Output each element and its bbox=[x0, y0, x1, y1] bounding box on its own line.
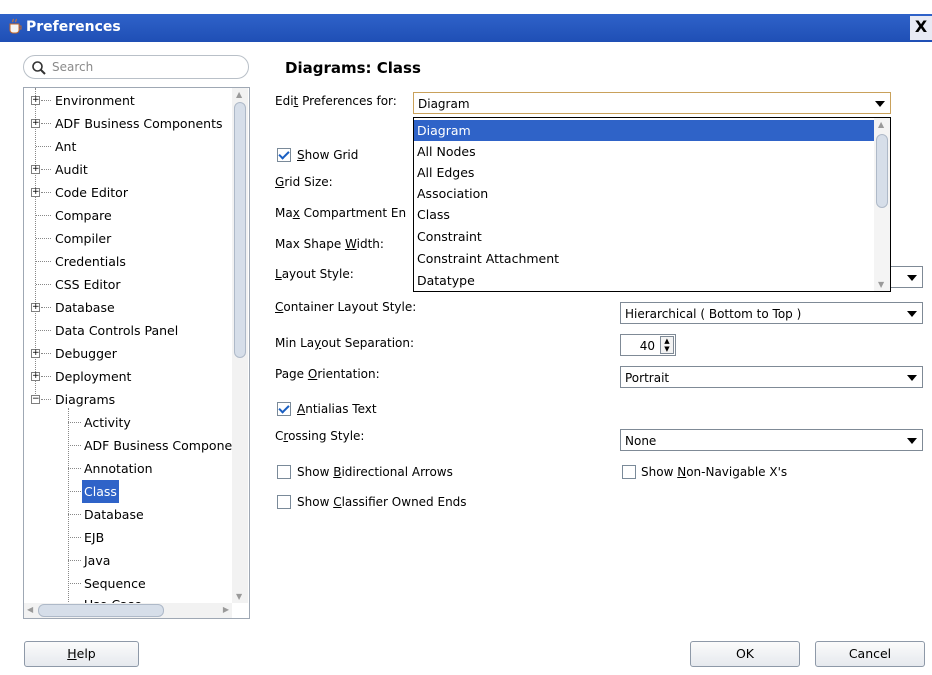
search-icon bbox=[32, 61, 46, 75]
dropdown-option[interactable]: All Nodes bbox=[414, 141, 874, 162]
show-grid-checkbox[interactable] bbox=[277, 148, 291, 162]
dropdown-option[interactable]: All Edges bbox=[414, 162, 874, 183]
page-title: Diagrams: Class bbox=[285, 59, 421, 77]
cancel-button[interactable]: Cancel bbox=[815, 641, 925, 667]
antialias-text-checkbox[interactable] bbox=[277, 402, 291, 416]
dropdown-option[interactable]: Constraint Attachment bbox=[414, 248, 874, 269]
scroll-down-icon[interactable]: ▼ bbox=[236, 592, 242, 601]
show-bidirectional-arrows-label: Show Bidirectional Arrows bbox=[297, 465, 453, 479]
container-layout-style-select[interactable]: Hierarchical ( Bottom to Top ) bbox=[620, 302, 923, 324]
app-icon bbox=[9, 18, 22, 34]
close-button[interactable]: X bbox=[910, 16, 932, 40]
grid-size-label: Grid Size: bbox=[275, 175, 333, 189]
page-orientation-label: Page Orientation: bbox=[275, 367, 380, 381]
max-shape-width-label: Max Shape Width: bbox=[275, 237, 384, 251]
scroll-up-icon[interactable]: ▲ bbox=[878, 120, 884, 129]
dropdown-scrollbar[interactable]: ▲ ▼ bbox=[874, 118, 890, 291]
scroll-thumb-horizontal[interactable] bbox=[38, 604, 164, 617]
preferences-tree: + Environment + ADF Business Components An… bbox=[23, 87, 250, 619]
edit-preferences-select[interactable]: Diagram bbox=[413, 92, 891, 114]
dropdown-option[interactable]: Datatype bbox=[414, 270, 874, 291]
scroll-left-icon[interactable]: ◀ bbox=[27, 605, 33, 614]
page-orientation-select[interactable]: Portrait bbox=[620, 366, 923, 388]
crossing-style-select[interactable]: None bbox=[620, 429, 923, 451]
scroll-right-icon[interactable]: ▶ bbox=[223, 605, 229, 614]
dropdown-option[interactable]: Class bbox=[414, 204, 874, 225]
show-classifier-owned-ends-checkbox[interactable] bbox=[277, 495, 291, 509]
panel-header: Diagrams: Class bbox=[270, 55, 920, 81]
show-grid-label: Show Grid bbox=[297, 148, 359, 162]
title-bar: Preferences X bbox=[0, 0, 932, 42]
spinner-arrows-icon[interactable]: ▲ ▼ bbox=[660, 336, 674, 354]
scroll-thumb[interactable] bbox=[234, 102, 246, 358]
window-title: Preferences bbox=[26, 19, 121, 35]
background-strip bbox=[0, 0, 932, 8]
chevron-down-icon bbox=[907, 438, 917, 444]
title-bar-fill bbox=[0, 14, 932, 42]
show-classifier-owned-ends-label: Show Classifier Owned Ends bbox=[297, 495, 467, 509]
antialias-text-label: Antialias Text bbox=[297, 402, 377, 416]
dropdown-option[interactable]: Diagram bbox=[414, 120, 874, 141]
layout-style-label: Layout Style: bbox=[275, 267, 354, 281]
min-layout-separation-spinner[interactable]: 40 ▲ ▼ bbox=[620, 334, 676, 356]
tree-vertical-scrollbar[interactable]: ▲ ▼ bbox=[232, 88, 248, 603]
tree-horizontal-scrollbar[interactable]: ◀ ▶ bbox=[24, 603, 232, 618]
max-compartment-label: Max Compartment En bbox=[275, 206, 407, 220]
show-non-navigable-label: Show Non-Navigable X's bbox=[641, 465, 788, 479]
dropdown-option[interactable]: Association bbox=[414, 183, 874, 204]
edit-preferences-label: Edit Preferences for: bbox=[275, 94, 397, 108]
chevron-down-icon bbox=[875, 101, 885, 107]
chevron-down-icon bbox=[907, 311, 917, 317]
show-non-navigable-checkbox[interactable] bbox=[622, 465, 636, 479]
dropdown-option[interactable]: Constraint bbox=[414, 226, 874, 247]
search-placeholder: Search bbox=[52, 60, 94, 74]
min-layout-separation-label: Min Layout Separation: bbox=[275, 336, 415, 350]
edit-preferences-dropdown-list: Diagram All Nodes All Edges Association … bbox=[413, 117, 891, 292]
search-field[interactable]: Search bbox=[23, 55, 249, 79]
help-button[interactable]: Help bbox=[24, 641, 139, 667]
scroll-thumb[interactable] bbox=[876, 134, 888, 208]
chevron-down-icon bbox=[907, 375, 917, 381]
chevron-down-icon bbox=[907, 275, 917, 281]
show-bidirectional-arrows-checkbox[interactable] bbox=[277, 465, 291, 479]
crossing-style-label: Crossing Style: bbox=[275, 429, 365, 443]
container-layout-style-label: Container Layout Style: bbox=[275, 300, 417, 314]
scroll-down-icon[interactable]: ▼ bbox=[878, 280, 884, 289]
ok-button[interactable]: OK bbox=[690, 641, 800, 667]
scroll-up-icon[interactable]: ▲ bbox=[236, 90, 242, 99]
